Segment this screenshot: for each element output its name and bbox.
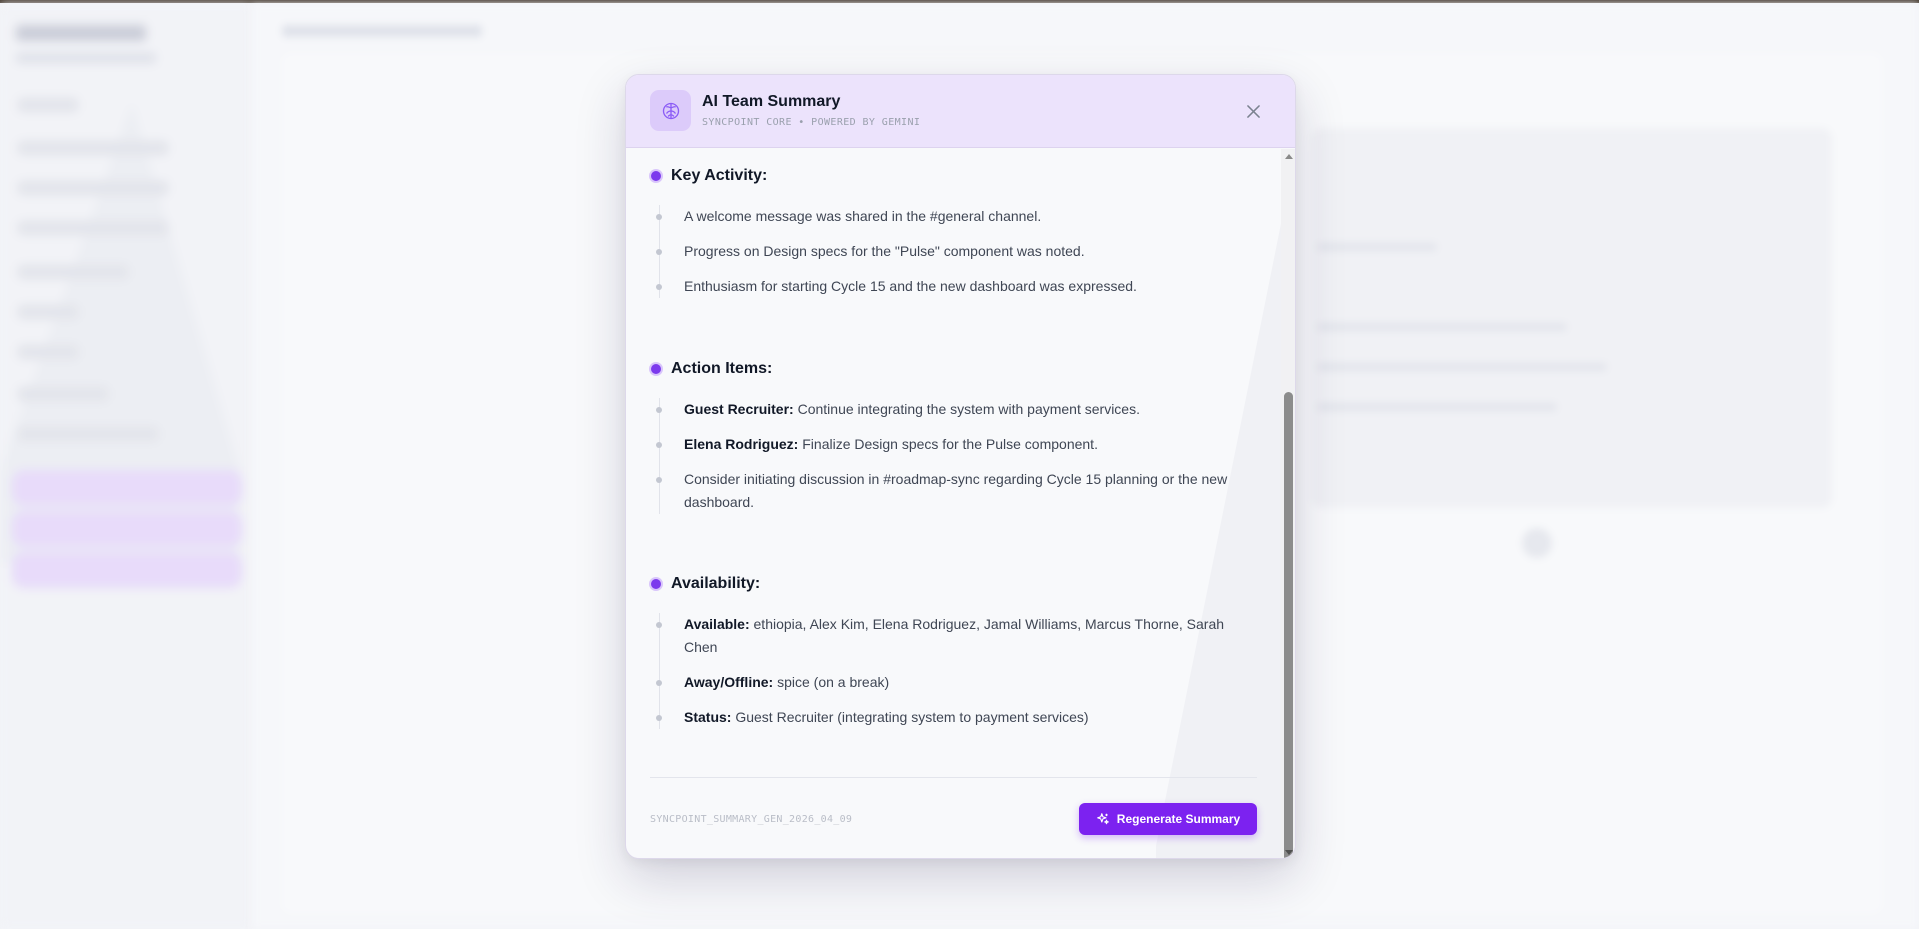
- scroll-thumb[interactable]: [1284, 392, 1293, 858]
- section-key-activity: Key Activity: A welcome message was shar…: [649, 165, 1250, 298]
- close-icon: [1246, 104, 1260, 118]
- item-list: Guest Recruiter: Continue integrating th…: [656, 398, 1250, 514]
- item-list: Available: ethiopia, Alex Kim, Elena Rod…: [656, 613, 1250, 729]
- section-title: Key Activity:: [671, 167, 768, 184]
- section-availability: Availability: Available: ethiopia, Alex …: [649, 573, 1250, 729]
- modal-subtitle: SYNCPOINT CORE • POWERED BY GEMINI: [702, 117, 921, 128]
- section-bullet: [649, 169, 663, 183]
- item-list: A welcome message was shared in the #gen…: [656, 205, 1250, 298]
- list-item: Available: ethiopia, Alex Kim, Elena Rod…: [656, 613, 1250, 659]
- list-item: A welcome message was shared in the #gen…: [656, 205, 1250, 228]
- list-item: Progress on Design specs for the "Pulse"…: [656, 240, 1250, 263]
- section-bullet: [649, 577, 663, 591]
- list-item: Guest Recruiter: Continue integrating th…: [656, 398, 1250, 421]
- sparkles-icon: [1096, 813, 1109, 825]
- footer-divider: [650, 777, 1257, 778]
- regenerate-summary-button[interactable]: Regenerate Summary: [1079, 803, 1257, 835]
- list-item: Consider initiating discussion in #roadm…: [656, 468, 1250, 514]
- list-item: Status: Guest Recruiter (integrating sys…: [656, 706, 1250, 729]
- scroll-down-arrow-icon[interactable]: [1285, 850, 1293, 855]
- background-sidebar: [0, 3, 252, 929]
- modal-scrollbar[interactable]: [1281, 149, 1295, 858]
- list-item: Enthusiasm for starting Cycle 15 and the…: [656, 275, 1250, 298]
- section-title: Availability:: [671, 575, 761, 592]
- ai-summary-modal: AI Team Summary SYNCPOINT CORE • POWERED…: [625, 74, 1296, 859]
- modal-header: AI Team Summary SYNCPOINT CORE • POWERED…: [626, 75, 1295, 148]
- summary-id: SYNCPOINT_SUMMARY_GEN_2026_04_09: [650, 814, 853, 825]
- section-action-items: Action Items: Guest Recruiter: Continue …: [649, 358, 1250, 514]
- brain-icon: [650, 90, 691, 131]
- modal-body[interactable]: Key Activity: A welcome message was shar…: [626, 149, 1281, 858]
- regenerate-label: Regenerate Summary: [1116, 812, 1241, 826]
- section-title: Action Items:: [671, 360, 773, 377]
- list-item: Away/Offline: spice (on a break): [656, 671, 1250, 694]
- close-button[interactable]: [1245, 103, 1261, 119]
- modal-title: AI Team Summary: [702, 93, 841, 110]
- scroll-up-arrow-icon[interactable]: [1285, 154, 1293, 159]
- section-bullet: [649, 362, 663, 376]
- list-item: Elena Rodriguez: Finalize Design specs f…: [656, 433, 1250, 456]
